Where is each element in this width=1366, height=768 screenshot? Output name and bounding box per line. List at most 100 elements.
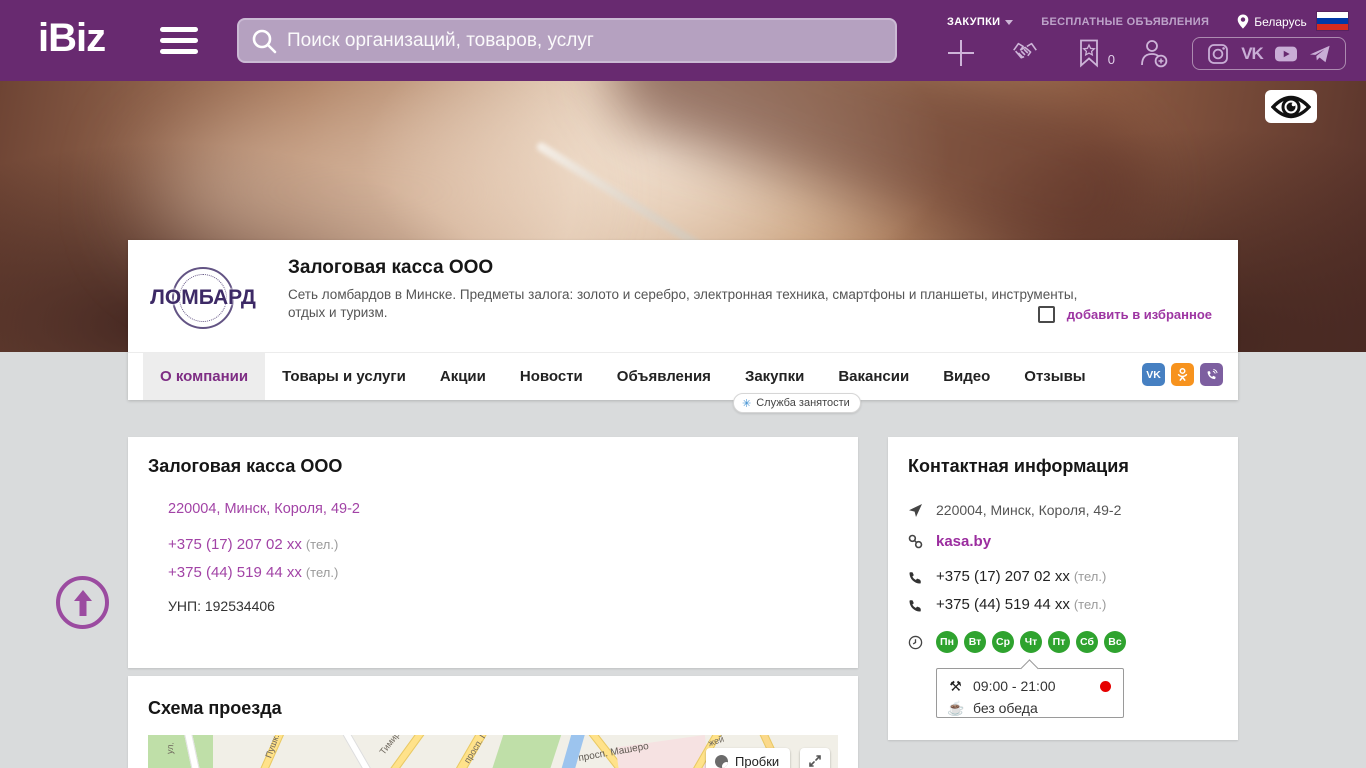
add-to-favorites[interactable]: добавить в избранное [1038,306,1212,323]
day-badge-thu[interactable]: Чт [1020,631,1042,653]
vk-share-button[interactable]: VK [1142,363,1165,386]
job-service-icon: ✳ [742,397,751,410]
phone-note: (тел.) [1074,569,1106,584]
lunch-info: без обеда [973,700,1038,716]
phone-note: (тел.) [306,537,338,552]
contact-phone[interactable]: +375 (44) 519 44 xx [936,596,1070,613]
street-label: просп. По. [462,735,493,765]
contact-address-row: 220004, Минск, Короля, 49-2 [908,502,1121,518]
accessibility-eye-button[interactable] [1265,90,1317,123]
lunch-row: ☕ без обеда [947,697,1113,719]
contact-address: 220004, Минск, Короля, 49-2 [936,502,1121,518]
about-address-link[interactable]: 220004, Минск, Короля, 49-2 [168,501,360,517]
company-unp: УНП: 192534406 [168,598,275,614]
contact-phone[interactable]: +375 (17) 207 02 xx [936,568,1070,585]
search-bar [237,18,897,63]
contact-phone-row: +375 (44) 519 44 xx (тел.) [908,596,1106,614]
favorite-checkbox[interactable] [1038,306,1055,323]
job-service-tooltip[interactable]: ✳ Служба занятости [733,393,861,413]
page: iBiz ЗАКУПКИ БЕСПЛАТНЫЕ ОБЪЯВЛЕНИЯ Белар… [0,0,1366,768]
day-badge-fri[interactable]: Пт [1048,631,1070,653]
tab-promos[interactable]: Акции [423,353,503,400]
company-logo[interactable]: ЛОМБАРД [148,260,258,336]
back-to-top-button[interactable] [56,576,109,629]
company-description: Сеть ломбардов в Минске. Предметы залога… [288,286,1118,322]
tab-ads[interactable]: Объявления [600,353,728,400]
header-social-links: VK [1192,37,1346,70]
day-badge-sun[interactable]: Вс [1104,631,1126,653]
hamburger-menu-icon[interactable] [160,27,198,55]
contact-phone-row: +375 (17) 207 02 xx (тел.) [908,568,1106,586]
telegram-icon[interactable] [1308,43,1332,65]
street-label: Пушк. [263,735,281,759]
tab-about[interactable]: О компании [143,353,265,400]
about-title: Залоговая касса ООО [148,456,342,477]
day-badge-mon[interactable]: Пн [936,631,958,653]
phone-link[interactable]: +375 (17) 207 02 xx [168,536,302,553]
job-service-label: Служба занятости [756,397,850,409]
company-social-buttons: VK [1142,363,1223,386]
link-icon [908,534,923,549]
favorite-label: добавить в избранное [1067,307,1212,322]
bookmarks-button[interactable]: 0 [1074,38,1104,68]
map-road [336,735,378,768]
language-flag-ru[interactable] [1317,12,1348,30]
partners-handshake-icon[interactable] [1010,38,1040,68]
day-badge-sat[interactable]: Сб [1076,631,1098,653]
about-section: Залоговая касса ООО 220004, Минск, Корол… [128,437,858,668]
map-park-area [492,735,563,768]
top-header: iBiz ЗАКУПКИ БЕСПЛАТНЫЕ ОБЪЯВЛЕНИЯ Белар… [0,0,1366,81]
phone-note: (тел.) [1074,597,1106,612]
working-hours-row: ⚒ 09:00 - 21:00 [947,675,1113,697]
viber-button[interactable] [1200,363,1223,386]
arrow-up-icon [71,589,95,617]
company-title: Залоговая касса ООО [288,257,493,279]
schedule-row: Пн Вт Ср Чт Пт Сб Вс [908,631,1126,653]
city-map[interactable]: ул. Пушк. Тимир. просп. По. просп. Машер… [148,735,838,768]
zakupki-link[interactable]: ЗАКУПКИ [947,16,1013,28]
ok-share-button[interactable] [1171,363,1194,386]
country-selector[interactable]: Беларусь [1237,14,1306,29]
day-badge-wed[interactable]: Ср [992,631,1014,653]
phone-icon [908,598,923,613]
add-plus-button[interactable] [946,38,976,68]
header-links: ЗАКУПКИ БЕСПЛАТНЫЕ ОБЪЯВЛЕНИЯ Беларусь [947,14,1307,29]
company-card: ЛОМБАРД Залоговая касса ООО Сеть ломбард… [128,240,1238,400]
contact-website-row: kasa.by [908,533,991,550]
tab-reviews[interactable]: Отзывы [1007,353,1102,400]
traffic-button[interactable]: Пробки [706,748,790,768]
phone-link[interactable]: +375 (44) 519 44 xx [168,564,302,581]
location-pin-icon [1237,14,1249,29]
day-badge-tue[interactable]: Вт [964,631,986,653]
add-user-button[interactable] [1138,38,1168,68]
traffic-light-icon [715,755,728,768]
street-label: ул. [165,742,176,755]
youtube-icon[interactable] [1274,43,1298,65]
map-expand-button[interactable] [800,748,830,768]
navigation-arrow-icon [908,503,923,518]
lunch-icon: ☕ [947,700,964,717]
instagram-icon[interactable] [1206,43,1230,65]
search-input[interactable] [279,20,895,61]
phone-note: (тел.) [306,565,338,580]
tab-video[interactable]: Видео [926,353,1007,400]
closed-now-indicator [1100,681,1111,692]
working-hours-icon: ⚒ [947,678,964,695]
working-hours: 09:00 - 21:00 [973,678,1056,694]
about-phone-row: +375 (17) 207 02 xx (тел.) [168,536,338,554]
street-label: жей [707,735,725,748]
bookmark-count-badge: 0 [1108,52,1115,67]
about-phone-row: +375 (44) 519 44 xx (тел.) [168,564,338,582]
phone-icon [908,570,923,585]
search-icon [249,26,279,56]
weekday-badges: Пн Вт Ср Чт Пт Сб Вс [936,631,1126,653]
vk-icon[interactable]: VK [1240,43,1264,65]
eye-icon [1271,94,1311,120]
schedule-tooltip: ⚒ 09:00 - 21:00 ☕ без обеда [936,668,1124,718]
tab-news[interactable]: Новости [503,353,600,400]
map-park-area [148,735,213,768]
tab-products[interactable]: Товары и услуги [265,353,423,400]
website-link[interactable]: kasa.by [936,533,991,550]
free-ads-link[interactable]: БЕСПЛАТНЫЕ ОБЪЯВЛЕНИЯ [1041,16,1209,28]
site-logo[interactable]: iBiz [38,16,105,61]
